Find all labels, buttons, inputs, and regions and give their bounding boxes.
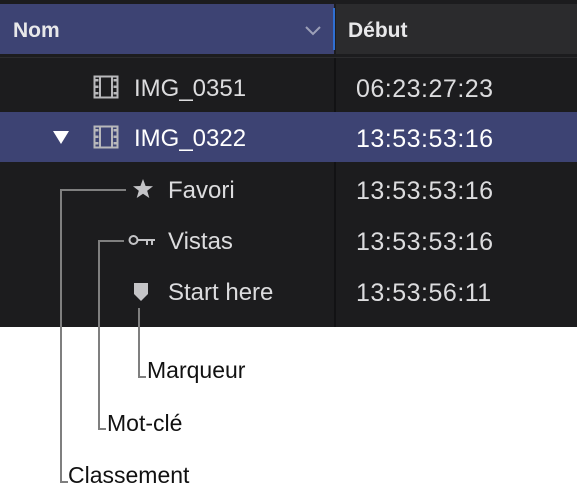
column-header-bar: Nom Début	[0, 0, 577, 58]
marker-start-timecode: 13:53:56:11	[356, 279, 492, 307]
marker-row[interactable]: Start here 13:53:56:11	[0, 266, 577, 316]
clip-row-selected[interactable]: IMG_0322 13:53:53:16	[0, 112, 577, 162]
rating-start-timecode: 13:53:53:16	[356, 177, 494, 205]
column-header-start-label: Début	[348, 19, 408, 42]
film-clip-icon	[93, 75, 119, 99]
marker-name: Start here	[168, 279, 274, 306]
keyword-leader-vertical	[98, 240, 100, 430]
film-clip-icon	[93, 125, 119, 149]
column-header-name-label: Nom	[13, 19, 60, 42]
keyword-name: Vistas	[168, 228, 233, 255]
callout-marker-label: Marqueur	[147, 357, 246, 383]
browser-list-view: Nom Début IMG_0351 06:23:27:23 IMG_0322 …	[0, 0, 577, 327]
keyword-row[interactable]: Vistas 13:53:53:16	[0, 215, 577, 265]
marker-leader-foot	[138, 376, 146, 378]
callout-rating-label: Classement	[68, 462, 190, 488]
marker-icon	[134, 283, 148, 301]
clip-start-timecode: 13:53:53:16	[356, 125, 494, 153]
chevron-down-icon[interactable]	[303, 23, 323, 37]
keyword-leader-horizontal	[98, 240, 124, 242]
keyword-leader-foot	[98, 428, 106, 430]
column-header-name[interactable]: Nom	[0, 4, 334, 54]
rating-name: Favori	[168, 177, 235, 204]
column-resize-handle[interactable]	[333, 8, 335, 50]
marker-leader-vertical	[138, 308, 140, 378]
keyword-start-timecode: 13:53:53:16	[356, 228, 494, 256]
column-header-start[interactable]: Début	[336, 4, 577, 54]
clip-name: IMG_0322	[134, 125, 247, 152]
callout-keyword-label: Mot-clé	[107, 410, 183, 436]
clip-name: IMG_0351	[134, 75, 247, 102]
star-icon	[133, 179, 153, 198]
rating-leader-foot	[60, 481, 68, 483]
rating-leader-horizontal	[60, 189, 126, 191]
rating-leader-vertical	[60, 189, 62, 483]
stage: Nom Début IMG_0351 06:23:27:23 IMG_0322 …	[0, 0, 577, 492]
disclosure-triangle-icon[interactable]	[52, 129, 70, 145]
clip-row[interactable]: IMG_0351 06:23:27:23	[0, 62, 577, 112]
clip-start-timecode: 06:23:27:23	[356, 75, 494, 103]
key-icon	[128, 235, 155, 245]
